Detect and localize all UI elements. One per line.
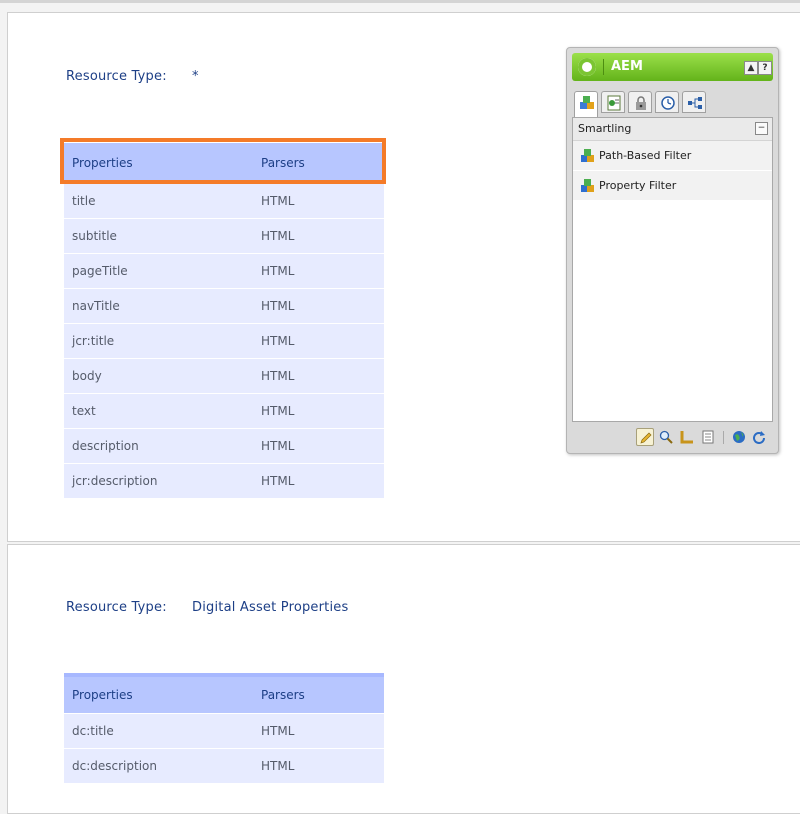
header-properties: Properties <box>64 673 261 714</box>
table-row: pageTitle HTML <box>64 253 384 289</box>
refresh-icon <box>753 431 765 444</box>
parser-cell: HTML <box>261 393 384 429</box>
versioning-icon <box>661 96 675 110</box>
resource-type-value: Digital Asset Properties <box>192 600 349 615</box>
parser-cell: HTML <box>261 183 384 219</box>
properties-table: Properties Parsers dc:title HTML dc:desc… <box>64 673 384 783</box>
tab-workflow[interactable] <box>682 91 706 113</box>
aem-sidekick: AEM ▲ ? Smartling − Path-Based Filter Pr… <box>566 47 779 454</box>
table-header-row: Properties Parsers <box>64 143 384 184</box>
tab-page[interactable] <box>601 91 625 113</box>
property-cell: dc:description <box>64 748 261 783</box>
table-row: jcr:title HTML <box>64 323 384 359</box>
table-row: title HTML <box>64 183 384 219</box>
group-label: Smartling <box>578 122 632 135</box>
component-property-filter[interactable]: Property Filter <box>573 171 772 201</box>
component-path-based-filter[interactable]: Path-Based Filter <box>573 141 772 171</box>
properties-table: Properties Parsers title HTML subtitle H… <box>64 143 384 498</box>
sidekick-components-panel: Smartling − Path-Based Filter Property F… <box>572 117 773 422</box>
parser-cell: HTML <box>261 463 384 498</box>
header-parsers: Parsers <box>261 673 384 714</box>
preview-magnifier-icon <box>659 430 673 444</box>
component-icon <box>581 179 594 192</box>
workflow-icon <box>688 97 702 109</box>
table-row: jcr:description HTML <box>64 463 384 498</box>
group-smartling[interactable]: Smartling − <box>573 118 772 141</box>
top-divider <box>0 0 800 3</box>
table-row: dc:title HTML <box>64 713 384 749</box>
toolbar-divider <box>723 431 724 444</box>
table-header-row: Properties Parsers <box>64 673 384 714</box>
parser-cell: HTML <box>261 713 384 749</box>
sidekick-title: AEM <box>611 59 643 74</box>
table-row: text HTML <box>64 393 384 429</box>
parser-cell: HTML <box>261 218 384 254</box>
component-label: Property Filter <box>599 179 677 192</box>
property-cell: jcr:title <box>64 323 261 359</box>
parser-cell: HTML <box>261 428 384 464</box>
resource-type-label: Resource Type: <box>66 69 167 84</box>
property-cell: navTitle <box>64 288 261 324</box>
aem-logo-icon <box>578 58 596 76</box>
property-cell: text <box>64 393 261 429</box>
parser-cell: HTML <box>261 253 384 289</box>
table-row: navTitle HTML <box>64 288 384 324</box>
properties-document-icon <box>702 430 714 444</box>
design-mode-button[interactable] <box>678 428 696 446</box>
header-properties: Properties <box>64 143 261 184</box>
header-parsers: Parsers <box>261 143 384 184</box>
property-cell: jcr:description <box>64 463 261 498</box>
parser-cell: HTML <box>261 748 384 783</box>
component-label: Path-Based Filter <box>599 149 692 162</box>
table-row: subtitle HTML <box>64 218 384 254</box>
resource-panel-dam: Resource Type: Digital Asset Properties … <box>7 544 800 814</box>
sidekick-titlebar[interactable]: AEM ▲ ? <box>572 53 773 81</box>
property-cell: pageTitle <box>64 253 261 289</box>
property-cell: description <box>64 428 261 464</box>
table-row: description HTML <box>64 428 384 464</box>
sidekick-tabs <box>572 87 773 117</box>
tab-lock[interactable] <box>628 91 652 113</box>
refresh-button[interactable] <box>750 428 768 446</box>
page-icon <box>607 95 621 111</box>
lock-icon <box>636 96 646 110</box>
components-icon <box>580 96 594 109</box>
property-cell: dc:title <box>64 713 261 749</box>
tab-components[interactable] <box>574 91 598 117</box>
resource-type-value: * <box>192 69 199 84</box>
edit-pencil-icon <box>640 432 652 444</box>
collapse-sidekick-button[interactable]: ▲ <box>744 61 758 75</box>
table-row: dc:description HTML <box>64 748 384 783</box>
resource-type-label: Resource Type: <box>66 600 167 615</box>
design-ruler-icon <box>680 431 693 444</box>
edit-mode-button[interactable] <box>636 428 654 446</box>
page-properties-button[interactable] <box>699 428 717 446</box>
parser-cell: HTML <box>261 358 384 394</box>
sidekick-toolbar <box>572 425 773 449</box>
property-cell: body <box>64 358 261 394</box>
parser-cell: HTML <box>261 288 384 324</box>
preview-mode-button[interactable] <box>657 428 675 446</box>
component-icon <box>581 149 594 162</box>
group-collapse-button[interactable]: − <box>755 122 768 135</box>
globe-icon <box>733 431 745 443</box>
property-cell: title <box>64 183 261 219</box>
help-button[interactable]: ? <box>758 61 772 75</box>
tab-versioning[interactable] <box>655 91 679 113</box>
website-admin-button[interactable] <box>730 428 748 446</box>
table-row: body HTML <box>64 358 384 394</box>
titlebar-divider <box>603 59 604 75</box>
parser-cell: HTML <box>261 323 384 359</box>
property-cell: subtitle <box>64 218 261 254</box>
